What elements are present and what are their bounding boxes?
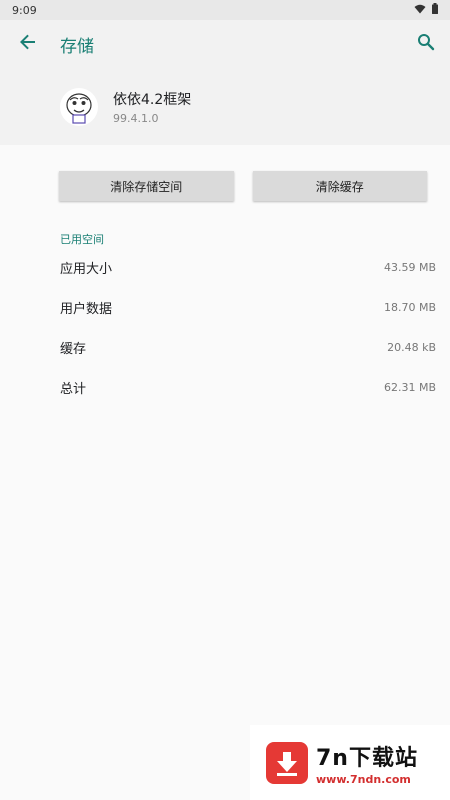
wifi-icon [414, 4, 426, 17]
watermark: 7n下载站 www.7ndn.com [250, 725, 450, 800]
row-value: 62.31 MB [383, 380, 436, 394]
status-time: 9:09 [12, 3, 37, 17]
list-item: 用户数据 18.70 MB [0, 287, 450, 327]
list-item: 总计 62.31 MB [0, 367, 450, 407]
row-value: 43.59 MB [383, 260, 436, 274]
back-button[interactable] [16, 32, 40, 56]
app-bar: 存储 [0, 20, 450, 68]
app-icon [60, 87, 98, 126]
arrow-left-icon [19, 33, 37, 55]
app-header: 依依4.2框架 99.4.1.0 [0, 68, 450, 145]
battery-icon [432, 3, 438, 17]
action-buttons: 清除存储空间 清除缓存 [0, 171, 450, 201]
clear-cache-button[interactable]: 清除缓存 [252, 171, 427, 201]
watermark-title: 7n下载站 [316, 745, 418, 771]
clear-storage-button[interactable]: 清除存储空间 [59, 171, 234, 201]
row-label: 缓存 [60, 341, 87, 357]
list-item: 缓存 20.48 kB [0, 327, 450, 367]
app-version: 99.4.1.0 [113, 111, 159, 125]
row-value: 18.70 MB [383, 300, 436, 314]
status-icons [414, 3, 438, 17]
page-title: 存储 [60, 36, 94, 57]
row-label: 用户数据 [60, 301, 113, 317]
storage-list: 应用大小 43.59 MB 用户数据 18.70 MB 缓存 20.48 kB … [0, 247, 450, 407]
row-label: 应用大小 [60, 261, 113, 277]
list-item: 应用大小 43.59 MB [0, 247, 450, 287]
status-bar: 9:09 [0, 0, 450, 20]
section-title: 已用空间 [60, 233, 104, 246]
row-value: 20.48 kB [387, 340, 436, 354]
app-name: 依依4.2框架 [113, 91, 192, 108]
watermark-url: www.7ndn.com [316, 772, 411, 786]
download-icon [266, 741, 308, 784]
row-label: 总计 [60, 381, 87, 397]
search-button[interactable] [414, 32, 438, 56]
search-icon [417, 33, 435, 55]
